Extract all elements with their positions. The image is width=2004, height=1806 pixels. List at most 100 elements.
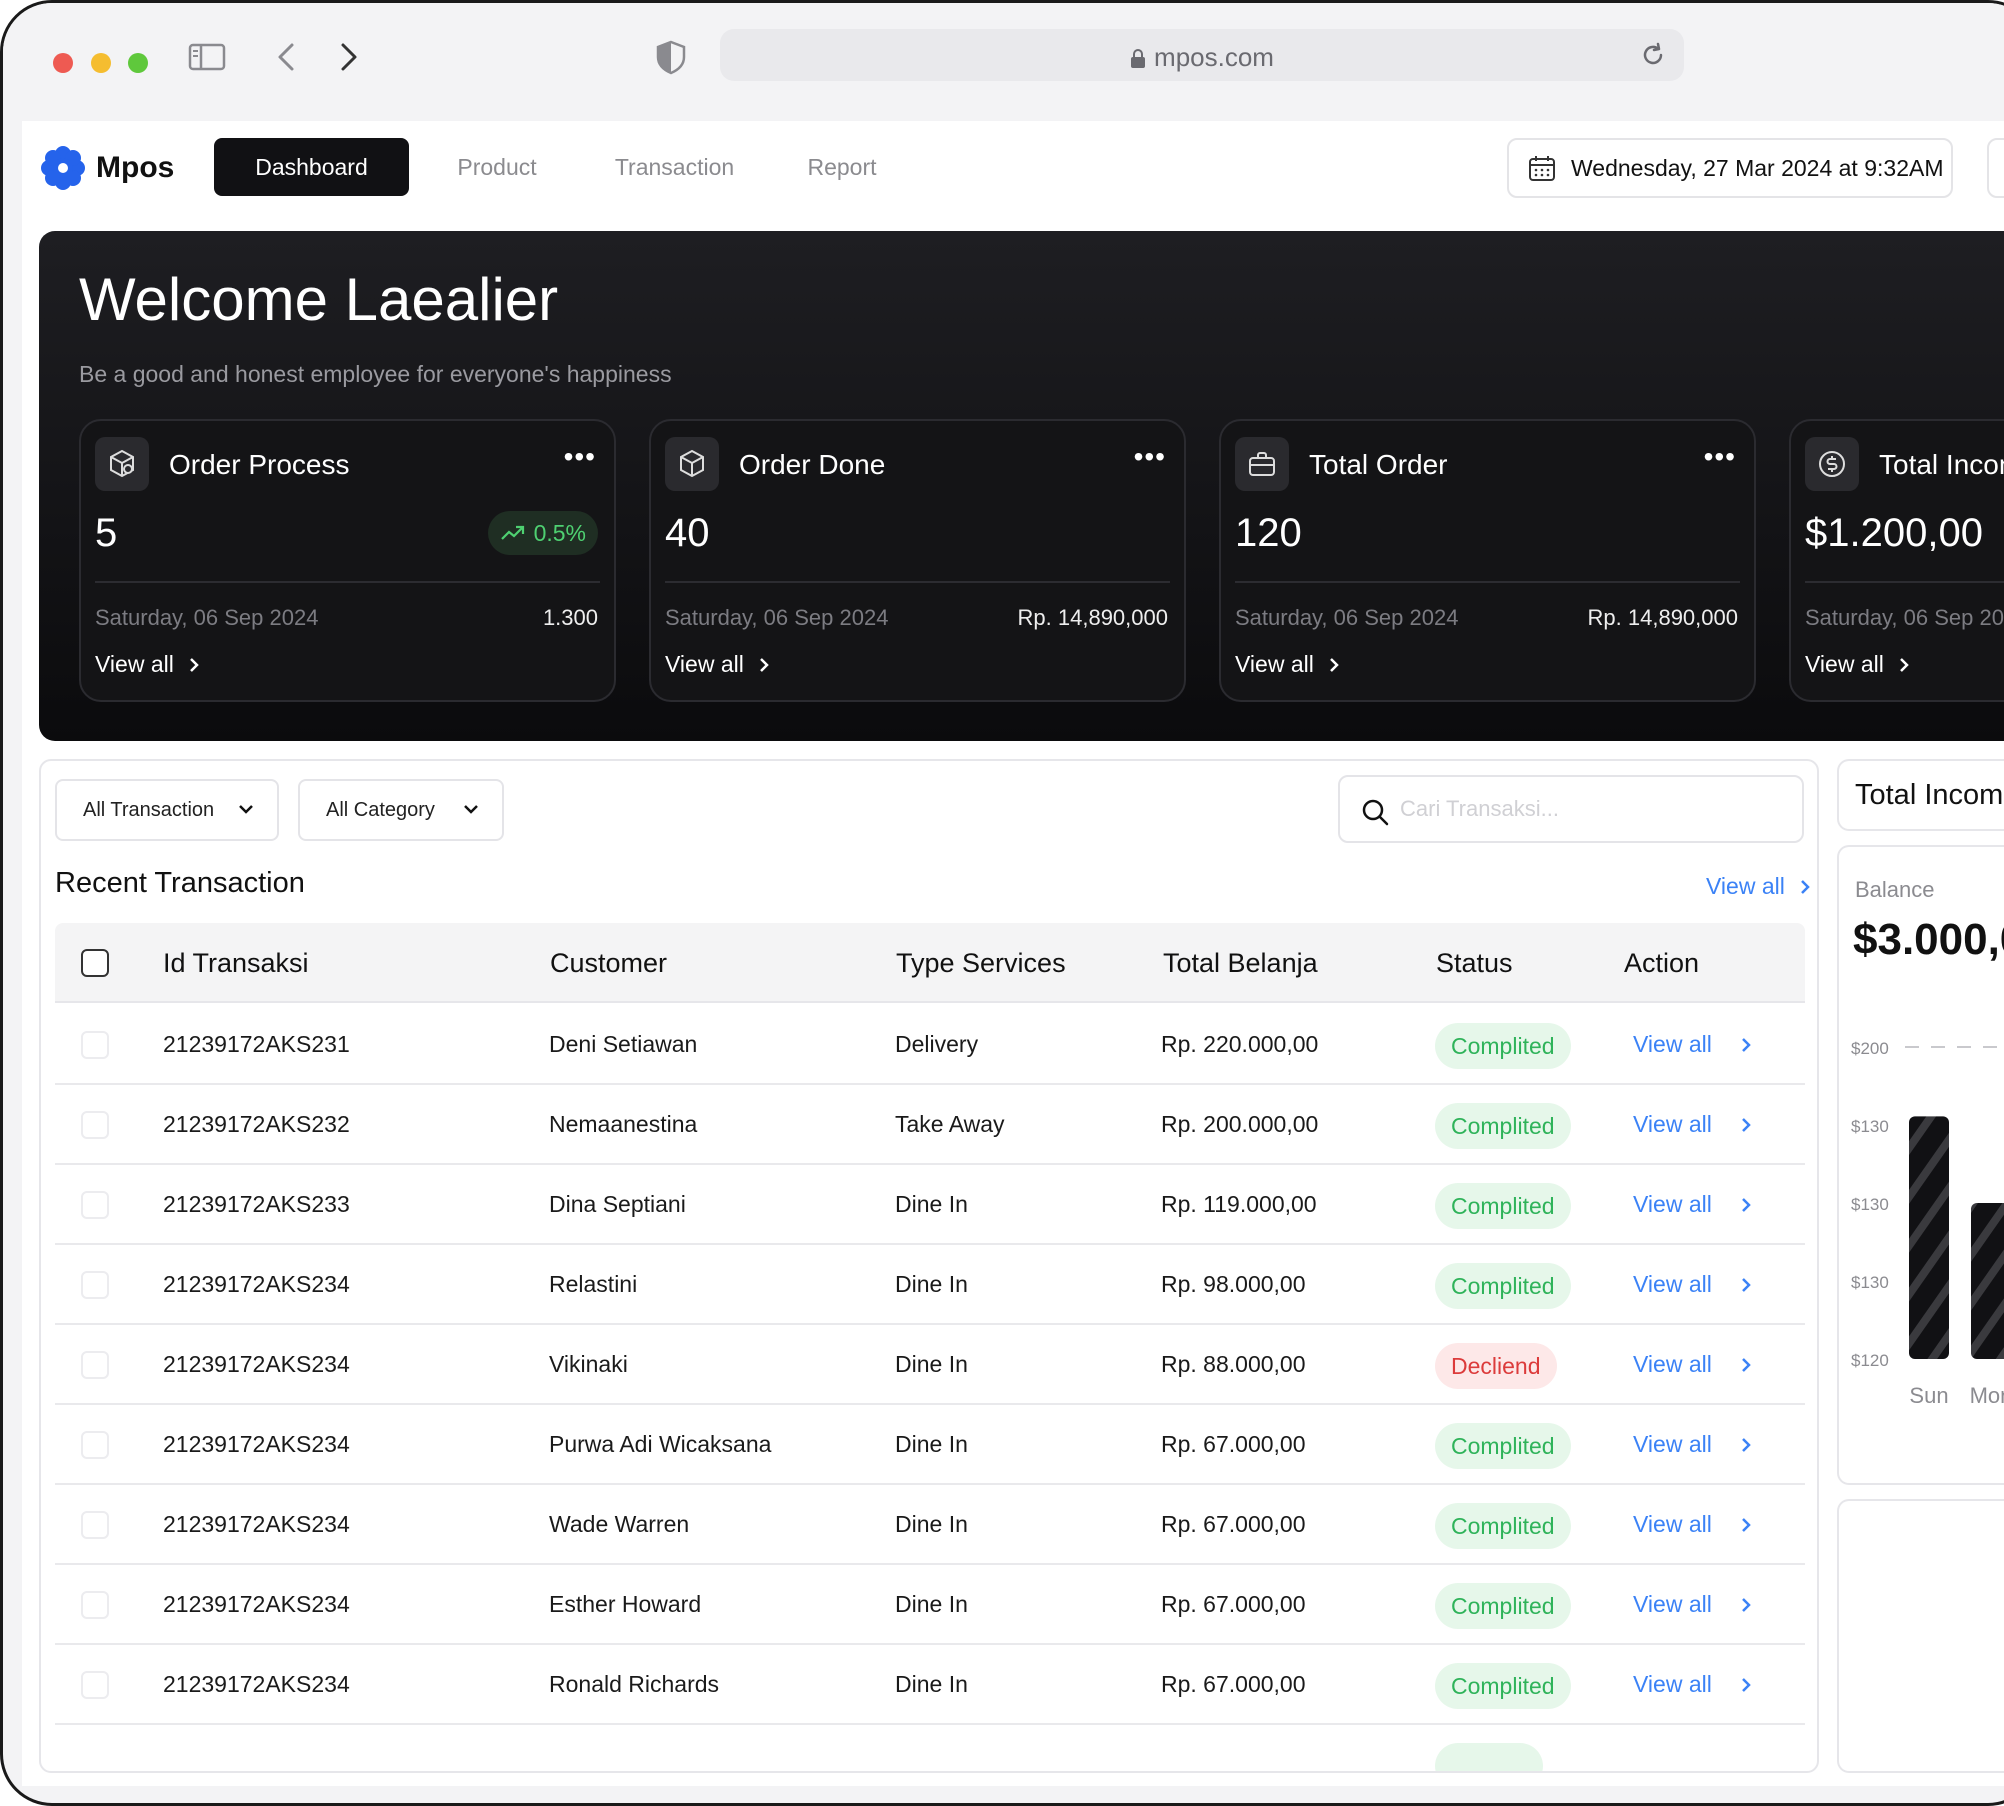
row-checkbox[interactable] <box>81 1111 109 1139</box>
income-bar[interactable] <box>1909 1116 1949 1359</box>
back-icon[interactable] <box>267 37 307 77</box>
x-tick-label: Sun <box>1909 1383 1948 1408</box>
row-view-all-link[interactable]: View all <box>1633 1271 1752 1298</box>
lock-icon <box>1131 49 1146 68</box>
y-tick-label: $200 <box>1851 1039 1889 1058</box>
close-window-button[interactable] <box>53 53 73 73</box>
card-view-all-link[interactable]: View all <box>1805 651 1910 678</box>
column-header[interactable]: Status <box>1436 948 1513 979</box>
chevron-right-icon <box>759 657 769 672</box>
nav-report[interactable]: Report <box>782 138 902 196</box>
card-date: Saturday, 06 Sep 2024 <box>1805 605 2004 630</box>
cell-total: Rp. 67.000,00 <box>1161 1431 1306 1457</box>
column-header[interactable]: Total Belanja <box>1163 948 1318 979</box>
table-row[interactable]: 21239172AKS234 Esther Howard Dine In Rp. 67… <box>55 1565 1805 1645</box>
search-input[interactable] <box>1400 791 1780 827</box>
more-icon[interactable]: ••• <box>1134 441 1166 473</box>
row-link-label: View all <box>1633 1271 1712 1297</box>
sidebar-toggle-icon[interactable] <box>187 37 227 77</box>
row-link-label: View all <box>1633 1591 1712 1617</box>
card-link-label: View all <box>665 651 744 677</box>
stat-card-order-process: Order Process ••• 5 0.5% Saturday, 06 Se… <box>79 419 616 702</box>
card-view-all-link[interactable]: View all <box>665 651 770 678</box>
status-badge <box>1435 1743 1543 1771</box>
card-view-all-link[interactable]: View all <box>95 651 200 678</box>
row-checkbox[interactable] <box>81 1671 109 1699</box>
row-checkbox[interactable] <box>81 1031 109 1059</box>
forward-icon[interactable] <box>328 37 368 77</box>
table-row[interactable]: 21239172AKS234 Purwa Adi Wicaksana Dine In… <box>55 1405 1805 1485</box>
chevron-right-icon <box>1899 657 1909 672</box>
flower-logo-icon <box>41 146 85 190</box>
row-view-all-link[interactable]: View all <box>1633 1191 1752 1218</box>
cell-customer: Esther Howard <box>549 1591 702 1617</box>
card-view-all-link[interactable]: View all <box>1235 651 1340 678</box>
row-view-all-link[interactable]: View all <box>1633 1511 1752 1538</box>
growth-value: 0.5% <box>533 519 586 546</box>
column-header[interactable]: Type Services <box>896 948 1066 979</box>
chevron-right-icon <box>1741 1197 1751 1212</box>
table-row[interactable]: 21239172AKS232 Nemaanestina Take Away Rp. 2… <box>55 1085 1805 1165</box>
divider <box>95 581 600 583</box>
view-all-transactions-link[interactable]: View all <box>1706 873 1811 900</box>
cell-customer: Relastini <box>549 1271 638 1297</box>
row-view-all-link[interactable]: View all <box>1633 1431 1752 1458</box>
nav-dashboard[interactable]: Dashboard <box>214 138 409 196</box>
row-checkbox[interactable] <box>81 1351 109 1379</box>
reload-icon[interactable] <box>1638 40 1668 70</box>
table-row[interactable]: 21239172AKS234 Relastini Dine In Rp. 98.000… <box>55 1245 1805 1325</box>
column-header[interactable]: Action <box>1624 948 1699 979</box>
column-header[interactable]: Id Transaksi <box>163 948 309 979</box>
welcome-title: Welcome Laealier <box>79 266 559 333</box>
address-bar[interactable]: mpos.com <box>720 29 1684 81</box>
row-view-all-link[interactable]: View all <box>1633 1031 1752 1058</box>
logo[interactable]: Mpos <box>38 143 174 193</box>
y-tick-label: $130 <box>1851 1195 1889 1214</box>
welcome-hero: Welcome Laealier Be a good and honest em… <box>39 231 2004 741</box>
transaction-filter-dropdown[interactable]: All Transaction <box>55 779 279 841</box>
column-header[interactable]: Customer <box>550 948 667 979</box>
row-view-all-link[interactable]: View all <box>1633 1111 1752 1138</box>
chevron-right-icon <box>1741 1437 1751 1452</box>
row-checkbox[interactable] <box>81 1511 109 1539</box>
row-checkbox[interactable] <box>81 1191 109 1219</box>
row-checkbox[interactable] <box>81 1271 109 1299</box>
date-picker[interactable]: Wednesday, 27 Mar 2024 at 9:32AM <box>1507 138 1953 198</box>
table-row[interactable] <box>55 1725 1805 1771</box>
shield-icon[interactable] <box>651 37 691 77</box>
cell-id: 21239172AKS234 <box>163 1351 350 1377</box>
row-view-all-link[interactable]: View all <box>1633 1351 1752 1378</box>
row-view-all-link[interactable]: View all <box>1633 1591 1752 1618</box>
header-action-button[interactable] <box>1987 138 2004 198</box>
status-badge: Complited <box>1435 1183 1571 1229</box>
category-filter-dropdown[interactable]: All Category <box>298 779 504 841</box>
row-view-all-link[interactable]: View all <box>1633 1671 1752 1698</box>
chevron-right-icon <box>1741 1517 1751 1532</box>
calendar-icon <box>1529 156 1555 181</box>
nav-transaction[interactable]: Transaction <box>592 138 757 196</box>
maximize-window-button[interactable] <box>128 53 148 73</box>
income-bar[interactable] <box>1971 1203 2004 1359</box>
minimize-window-button[interactable] <box>91 53 111 73</box>
cell-type: Delivery <box>895 1031 979 1057</box>
table-row[interactable]: 21239172AKS234 Wade Warren Dine In Rp. 67.0… <box>55 1485 1805 1565</box>
table-row[interactable]: 21239172AKS234 Vikinaki Dine In Rp. 88.000,… <box>55 1325 1805 1405</box>
row-checkbox[interactable] <box>81 1431 109 1459</box>
nav-product[interactable]: Product <box>427 138 567 196</box>
more-icon[interactable]: ••• <box>564 441 596 473</box>
table-row[interactable]: 21239172AKS231 Deni Setiawan Delivery Rp. 2… <box>55 1005 1805 1085</box>
bottom-widget-card <box>1837 1499 2004 1773</box>
select-all-checkbox[interactable] <box>81 949 109 977</box>
row-link-label: View all <box>1633 1031 1712 1057</box>
cell-total: Rp. 67.000,00 <box>1161 1511 1306 1537</box>
row-checkbox[interactable] <box>81 1591 109 1619</box>
more-icon[interactable]: ••• <box>1704 441 1736 473</box>
logo-text: Mpos <box>96 151 175 184</box>
x-tick-label: Mon <box>1970 1383 2004 1408</box>
table-row[interactable]: 21239172AKS233 Dina Septiani Dine In Rp. 11… <box>55 1165 1805 1245</box>
cell-type: Dine In <box>895 1271 968 1297</box>
divider <box>1805 581 2004 583</box>
status-badge: Complited <box>1435 1263 1571 1309</box>
table-row[interactable]: 21239172AKS234 Ronald Richards Dine In Rp. … <box>55 1645 1805 1725</box>
briefcase-icon <box>1235 437 1289 491</box>
